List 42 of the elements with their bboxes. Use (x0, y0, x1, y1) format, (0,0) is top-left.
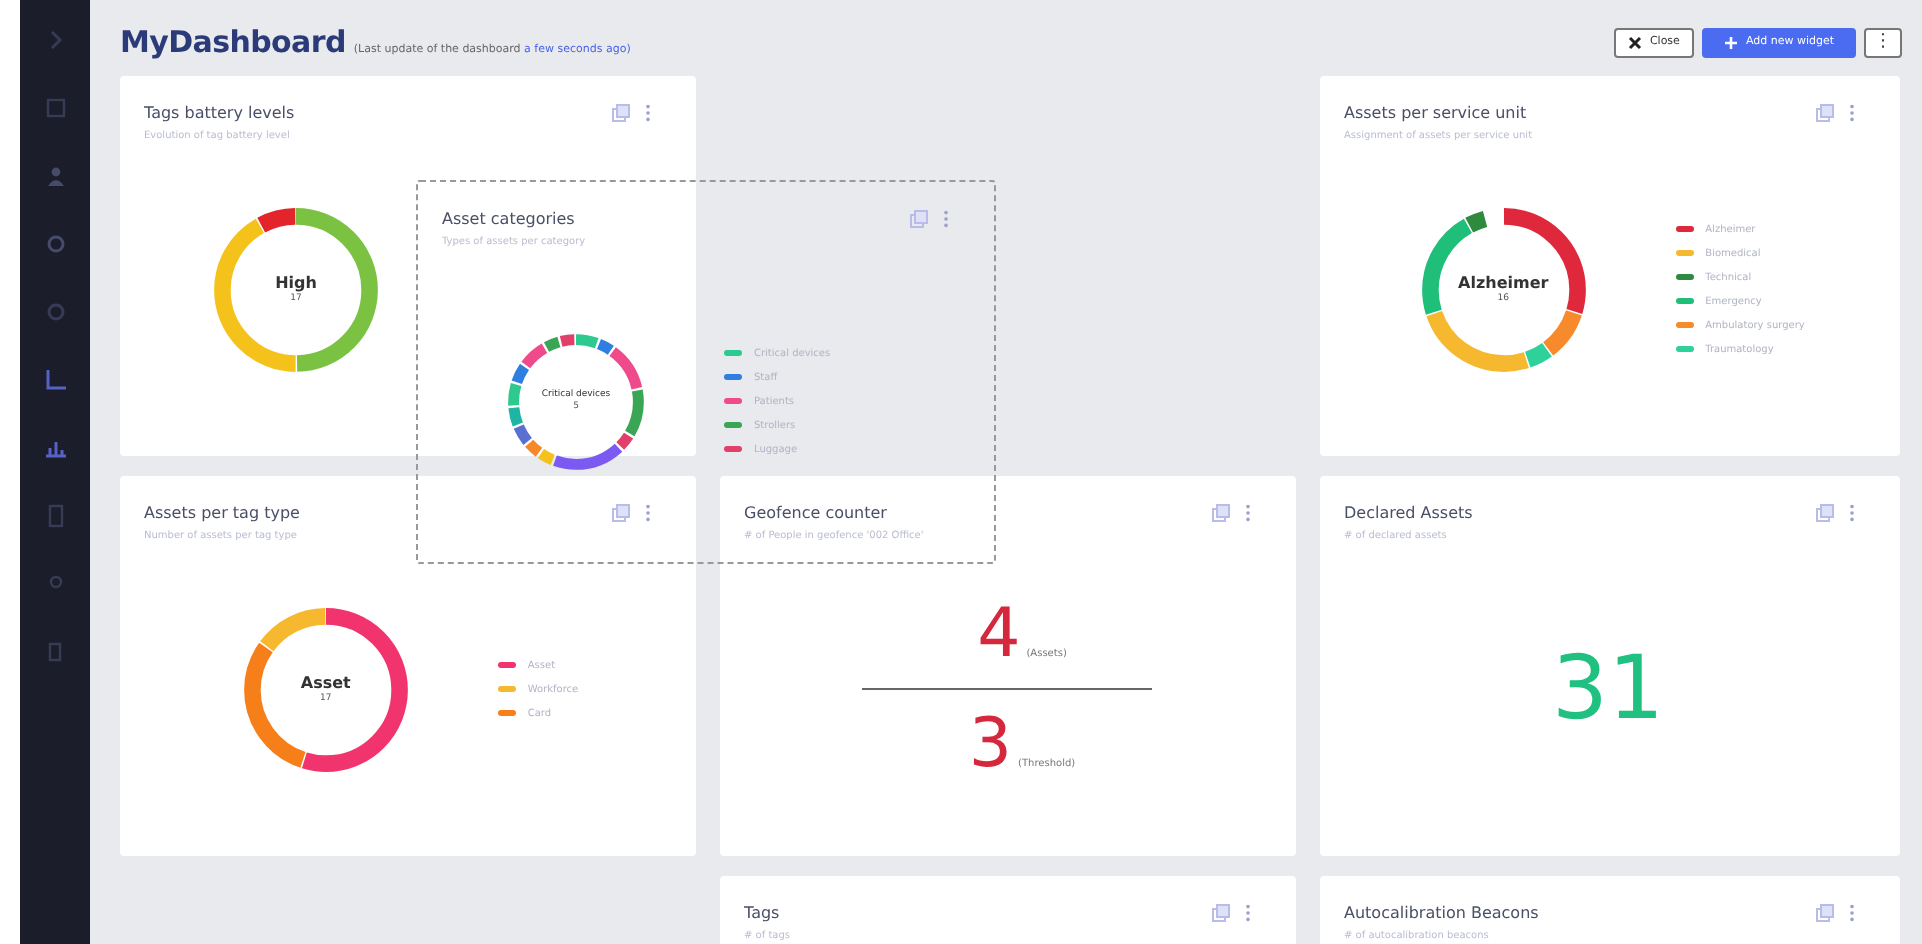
widget-title: Assets per tag type (144, 504, 300, 522)
kebab-menu-icon[interactable] (1848, 104, 1856, 122)
chart-axis-icon[interactable] (43, 368, 67, 392)
document-icon[interactable] (43, 504, 67, 528)
plus-icon (1723, 35, 1738, 49)
copy-icon[interactable] (1816, 904, 1834, 922)
widget-title: Geofence counter (744, 504, 889, 522)
counter-value: 4 (977, 600, 1021, 668)
kebab-menu-icon[interactable] (644, 504, 652, 522)
kebab-menu-icon[interactable] (644, 104, 652, 122)
square-icon[interactable] (43, 96, 67, 120)
copy-icon[interactable] (1816, 104, 1834, 122)
declared-count: 31 (1552, 638, 1664, 740)
donut-center-label: Asset (300, 674, 351, 692)
copy-icon[interactable] (612, 504, 630, 522)
donut-center-label: Alzheimer (1458, 274, 1549, 292)
widget-title: Tags battery levels (144, 104, 295, 122)
widget-title: Tags (744, 904, 782, 922)
threshold-value: 3 (968, 710, 1013, 778)
copy-icon[interactable] (1212, 504, 1230, 522)
widget-title: Declared Assets (1344, 504, 1473, 522)
kebab-menu-icon[interactable] (1848, 504, 1856, 522)
copy-icon[interactable] (910, 210, 928, 228)
circle-icon[interactable] (43, 232, 67, 256)
close-icon (1627, 35, 1642, 49)
bar-chart-icon[interactable] (43, 436, 67, 460)
kebab-menu-icon[interactable] (1244, 504, 1252, 522)
widget-title: Autocalibration Beacons (1344, 904, 1539, 922)
kebab-menu-icon[interactable] (1848, 904, 1856, 922)
person-icon[interactable] (43, 164, 67, 188)
tag-icon[interactable] (43, 640, 67, 664)
widget-title: Asset categories (442, 210, 577, 228)
ring-icon[interactable] (43, 300, 67, 324)
copy-icon[interactable] (1212, 904, 1230, 922)
widget-title: Assets per service unit (1344, 104, 1529, 122)
copy-icon[interactable] (612, 104, 630, 122)
dashboard-title: MyDashboard (120, 24, 346, 60)
donut-center-label: High (275, 274, 317, 292)
more-options-button[interactable]: ⋮ (1864, 27, 1902, 57)
kebab-menu-icon[interactable] (942, 210, 950, 228)
kebab-menu-icon[interactable] (1244, 904, 1252, 922)
copy-icon[interactable] (1816, 504, 1834, 522)
